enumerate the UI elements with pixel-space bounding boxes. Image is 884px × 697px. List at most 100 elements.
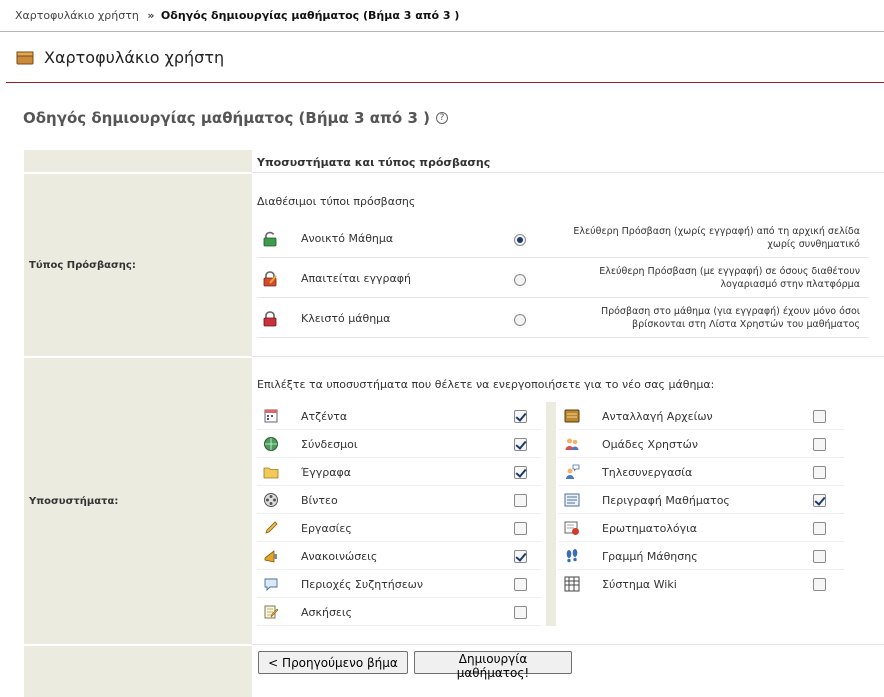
portfolio-box-icon <box>16 51 34 65</box>
module-name: Ασκήσεις <box>301 606 353 619</box>
wizard-title: Οδηγός δημιουργίας μαθήματος (Βήμα 3 από… <box>23 109 448 127</box>
module-item-wiki[interactable]: Σύστημα Wiki <box>558 570 844 598</box>
lock-closed-red-icon <box>263 311 277 327</box>
module-name: Ατζέντα <box>301 410 348 423</box>
breadcrumb-current: Οδηγός δημιουργίας μαθήματος (Βήμα 3 από… <box>160 9 460 22</box>
module-name: Ομάδες Χρηστών <box>602 438 698 451</box>
conference-user-icon <box>566 464 580 479</box>
module-item-links[interactable]: Σύνδεσμοι <box>257 430 541 458</box>
folder-icon <box>263 467 279 479</box>
module-item-documents[interactable]: Έγγραφα <box>257 458 541 486</box>
section-header: Υποσυστήματα και τύπος πρόσβασης <box>257 156 491 169</box>
breadcrumb: Χαρτοφυλάκιο χρήστη » Οδηγός δημιουργίας… <box>15 9 459 22</box>
module-checkbox-learning-path[interactable] <box>813 550 826 563</box>
wizard-title-text: Οδηγός δημιουργίας μαθήματος (Βήμα 3 από… <box>23 109 430 127</box>
module-checkbox-file-exchange[interactable] <box>813 410 826 423</box>
module-name: Γραμμή Μάθησης <box>602 550 698 563</box>
module-name: Περιγραφή Μαθήματος <box>602 494 730 507</box>
help-icon[interactable]: ? <box>435 112 448 124</box>
module-checkbox-questionnaires[interactable] <box>813 522 826 535</box>
module-name: Σύστημα Wiki <box>602 578 677 591</box>
module-checkbox-documents[interactable] <box>514 466 527 479</box>
module-item-questionnaires[interactable]: Ερωτηματολόγια <box>558 514 844 542</box>
access-option-description: Ελεύθερη Πρόσβαση (με εγγραφή) σε όσους … <box>599 266 860 290</box>
module-item-announcements[interactable]: Ανακοινώσεις <box>257 542 541 570</box>
module-checkbox-agenda[interactable] <box>514 410 527 423</box>
module-checkbox-exercises[interactable] <box>514 606 527 619</box>
available-access-types-label: Διαθέσιμοι τύποι πρόσβασης <box>257 195 416 208</box>
module-name: Σύνδεσμοι <box>301 438 358 451</box>
top-divider <box>0 31 884 32</box>
module-checkbox-wiki[interactable] <box>813 578 826 591</box>
row-divider <box>252 172 884 173</box>
module-checkbox-conference[interactable] <box>813 466 826 479</box>
access-option-description: Ελεύθερη Πρόσβαση (χωρίς εγγραφή) από τη… <box>573 226 860 250</box>
module-name: Ανακοινώσεις <box>301 550 378 563</box>
access-option-name: Ανοικτό Μάθημα <box>301 232 394 245</box>
page-title-text: Χαρτοφυλάκιο χρήστη <box>44 48 225 67</box>
module-checkbox-assignments[interactable] <box>514 522 527 535</box>
breadcrumb-separator: » <box>147 9 155 22</box>
title-divider <box>6 82 884 83</box>
module-name: Εργασίες <box>301 522 352 535</box>
module-name: Ερωτηματολόγια <box>602 522 698 535</box>
label-cell-access: Τύπος Πρόσβασης: <box>24 174 252 356</box>
footprints-icon <box>566 549 578 563</box>
access-type-label: Τύπος Πρόσβασης: <box>29 260 136 271</box>
module-item-course-description[interactable]: Περιγραφή Μαθήματος <box>558 486 844 514</box>
user-group-icon <box>565 438 579 450</box>
breadcrumb-home-link[interactable]: Χαρτοφυλάκιο χρήστη <box>15 9 139 22</box>
module-item-learning-path[interactable]: Γραμμή Μάθησης <box>558 542 844 570</box>
access-option-closed[interactable]: Κλειστό μάθημα Πρόσβαση στο μάθημα (για … <box>257 298 869 338</box>
globe-link-icon <box>264 437 278 451</box>
access-option-name: Κλειστό μάθημα <box>301 312 391 325</box>
file-exchange-icon <box>564 409 580 423</box>
module-item-conference[interactable]: Τηλεσυνεργασία <box>558 458 844 486</box>
module-name: Περιοχές Συζητήσεων <box>301 578 424 591</box>
module-checkbox-links[interactable] <box>514 438 527 451</box>
module-item-user-groups[interactable]: Ομάδες Χρηστών <box>558 430 844 458</box>
label-cell-buttons <box>24 646 252 697</box>
module-item-forums[interactable]: Περιοχές Συζητήσεων <box>257 570 541 598</box>
lock-registration-icon <box>263 271 277 287</box>
wiki-grid-icon <box>564 576 580 592</box>
calendar-icon <box>264 409 278 423</box>
access-radio-open[interactable] <box>514 234 526 246</box>
label-cell-header <box>24 150 252 172</box>
page-title: Χαρτοφυλάκιο χρήστη <box>16 48 224 67</box>
module-item-file-exchange[interactable]: Ανταλλαγή Αρχείων <box>558 402 844 430</box>
module-name: Ανταλλαγή Αρχείων <box>602 410 713 423</box>
module-checkbox-course-description[interactable] <box>813 494 826 507</box>
module-item-video[interactable]: Βίντεο <box>257 486 541 514</box>
module-checkbox-forums[interactable] <box>514 578 527 591</box>
module-item-assignments[interactable]: Εργασίες <box>257 514 541 542</box>
module-name: Τηλεσυνεργασία <box>602 466 693 479</box>
access-radio-registration[interactable] <box>514 274 526 286</box>
module-item-exercises[interactable]: Ασκήσεις <box>257 598 541 626</box>
questionnaire-icon <box>564 521 579 535</box>
module-checkbox-video[interactable] <box>514 494 527 507</box>
module-name: Έγγραφα <box>301 466 351 479</box>
modules-label: Υποσυστήματα: <box>29 496 119 507</box>
module-name: Βίντεο <box>301 494 338 507</box>
access-option-open[interactable]: Ανοικτό Μάθημα Ελεύθερη Πρόσβαση (χωρίς … <box>257 218 869 258</box>
create-course-button[interactable]: Δημιουργία μαθήματος! <box>414 651 572 680</box>
megaphone-icon <box>264 550 277 563</box>
modules-prompt: Επιλέξτε τα υποσυστήματα που θέλετε να ε… <box>257 378 715 391</box>
module-checkbox-announcements[interactable] <box>514 550 527 563</box>
access-option-name: Απαιτείται εγγραφή <box>301 272 411 285</box>
access-option-registration[interactable]: Απαιτείται εγγραφή Ελεύθερη Πρόσβαση (με… <box>257 258 869 298</box>
speech-bubble-icon <box>264 578 278 592</box>
row-divider <box>252 356 884 357</box>
notepad-pencil-icon <box>264 605 279 619</box>
row-divider <box>252 644 884 645</box>
modules-column-divider <box>546 402 556 626</box>
pencil-icon <box>265 521 278 534</box>
film-reel-icon <box>264 493 278 507</box>
module-item-agenda[interactable]: Ατζέντα <box>257 402 541 430</box>
previous-step-button[interactable]: < Προηγούμενο βήμα <box>258 651 408 674</box>
access-radio-closed[interactable] <box>514 314 526 326</box>
label-cell-modules: Υποσυστήματα: <box>24 358 252 644</box>
module-checkbox-user-groups[interactable] <box>813 438 826 451</box>
document-lines-icon <box>564 493 580 507</box>
